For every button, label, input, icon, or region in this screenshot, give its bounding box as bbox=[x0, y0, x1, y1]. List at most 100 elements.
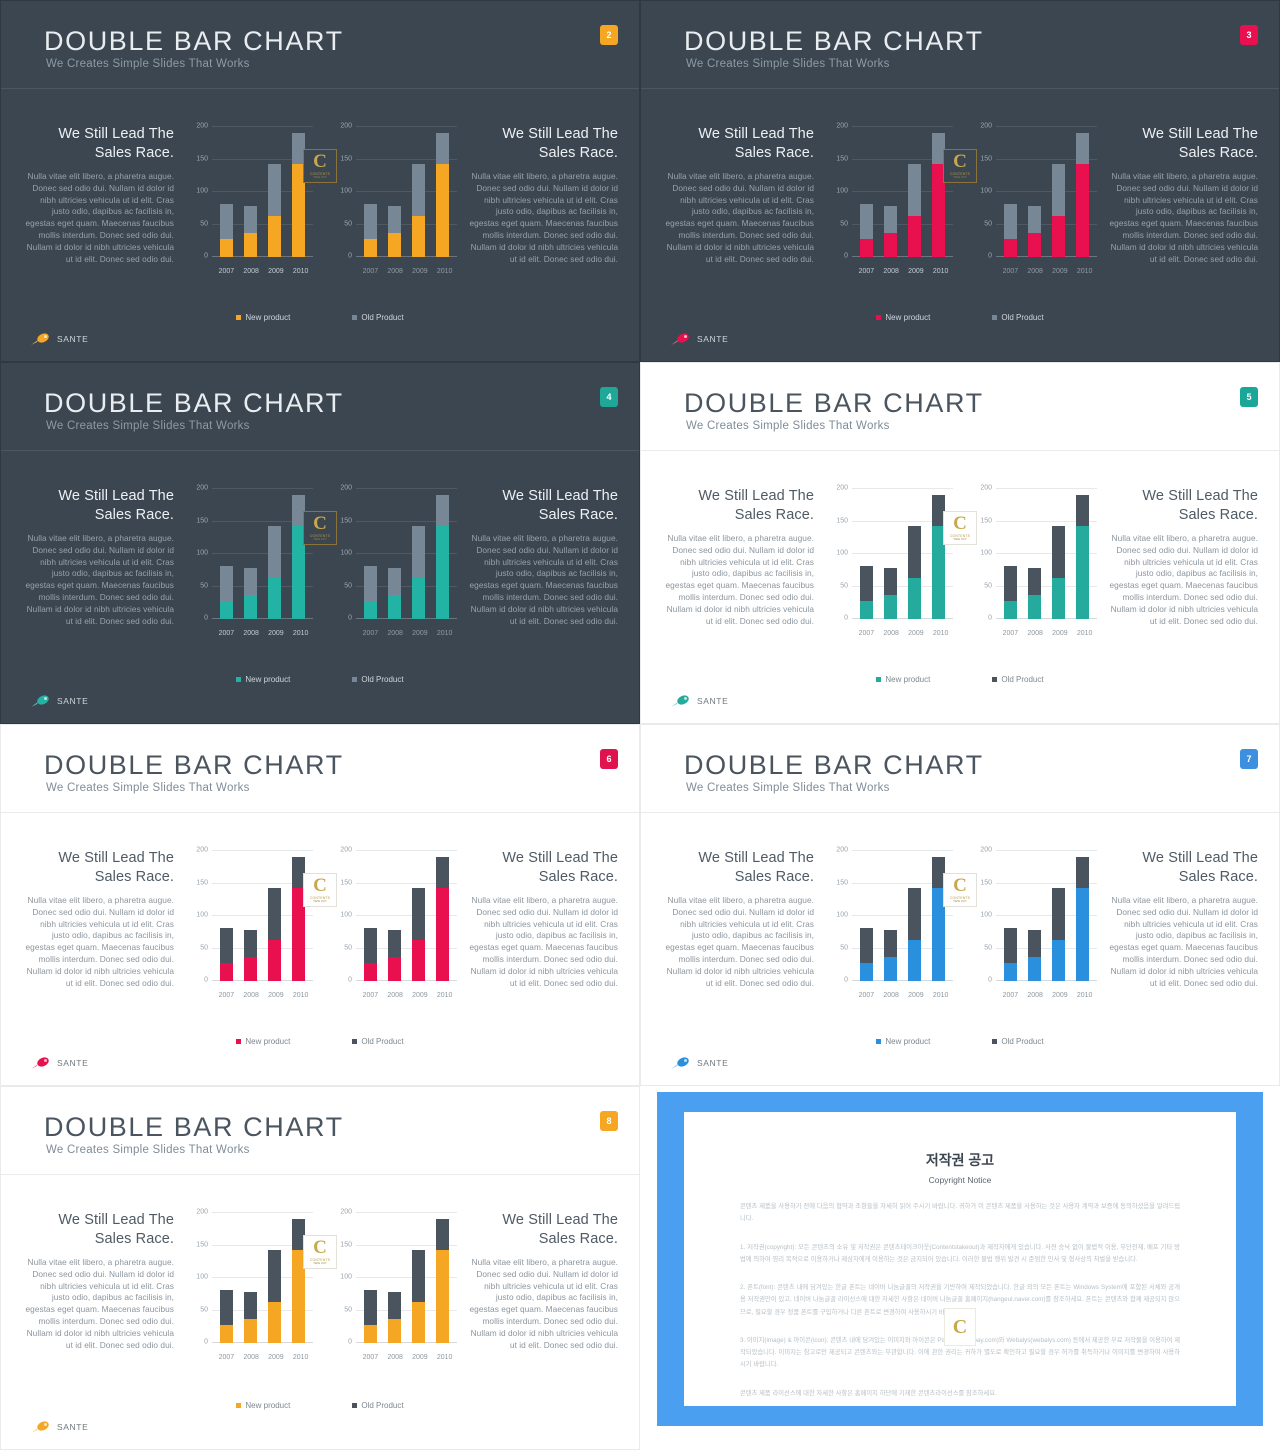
stacked-bar[interactable] bbox=[1027, 489, 1041, 619]
stacked-bar[interactable] bbox=[412, 489, 426, 619]
slide-5[interactable]: DOUBLE BAR CHART We Creates Simple Slide… bbox=[640, 362, 1280, 724]
stacked-bar[interactable] bbox=[363, 851, 377, 981]
x-axis-labels: 2007 2008 2009 2010 bbox=[358, 1354, 457, 1361]
stacked-bar[interactable] bbox=[1027, 127, 1041, 257]
stacked-bar[interactable] bbox=[412, 1213, 426, 1343]
stacked-bar[interactable] bbox=[932, 489, 946, 619]
slide-body: We Still Lead The Sales Race. Nulla vita… bbox=[640, 89, 1280, 362]
stacked-bar[interactable] bbox=[436, 851, 450, 981]
stacked-bar[interactable] bbox=[412, 127, 426, 257]
y-axis-tick-label: 50 bbox=[200, 1306, 208, 1313]
stacked-bar[interactable] bbox=[387, 1213, 401, 1343]
stacked-bar[interactable] bbox=[268, 127, 282, 257]
chart-area: 0 50 100 150 200 2007 2008 2009 2010 0 50 100 150 200… bbox=[820, 843, 1100, 1013]
slide-2[interactable]: DOUBLE BAR CHART We Creates Simple Slide… bbox=[0, 0, 640, 362]
stacked-bar[interactable] bbox=[292, 489, 306, 619]
stacked-bar[interactable] bbox=[859, 127, 873, 257]
watermark-letter: C bbox=[313, 874, 327, 896]
slide-6[interactable]: DOUBLE BAR CHART We Creates Simple Slide… bbox=[0, 724, 640, 1086]
stacked-bar[interactable] bbox=[1003, 851, 1017, 981]
stacked-bar[interactable] bbox=[292, 127, 306, 257]
stacked-bar[interactable] bbox=[219, 489, 233, 619]
slide-8[interactable]: DOUBLE BAR CHART We Creates Simple Slide… bbox=[0, 1086, 640, 1450]
stacked-bar[interactable] bbox=[363, 1213, 377, 1343]
chart-area: 0 50 100 150 200 2007 2008 2009 2010 0 50 100 150 200… bbox=[180, 1205, 460, 1375]
stacked-bar[interactable] bbox=[932, 851, 946, 981]
bar-segment-new-product bbox=[859, 962, 873, 981]
stacked-bar[interactable] bbox=[1003, 489, 1017, 619]
stacked-bar[interactable] bbox=[1052, 851, 1066, 981]
stacked-bar[interactable] bbox=[908, 851, 922, 981]
stacked-bar[interactable] bbox=[387, 851, 401, 981]
stacked-bar[interactable] bbox=[387, 489, 401, 619]
stacked-bar[interactable] bbox=[859, 489, 873, 619]
stacked-bar[interactable] bbox=[883, 851, 897, 981]
watermark-letter: C bbox=[952, 1315, 968, 1338]
stacked-bar[interactable] bbox=[908, 127, 922, 257]
stacked-bar[interactable] bbox=[1027, 851, 1041, 981]
stacked-bar[interactable] bbox=[1052, 127, 1066, 257]
page-subtitle: We Creates Simple Slides That Works bbox=[46, 1144, 250, 1156]
bar-chart-panel: 0 50 100 150 200 2007 2008 2009 2010 bbox=[828, 481, 955, 641]
stacked-bar[interactable] bbox=[1076, 489, 1090, 619]
x-axis-tick-label: 2010 bbox=[1076, 992, 1093, 999]
brand-logo: SANTE bbox=[30, 694, 88, 708]
y-axis-tick-label: 0 bbox=[844, 976, 848, 984]
stacked-bar[interactable] bbox=[387, 127, 401, 257]
slide-number-badge: 4 bbox=[600, 387, 618, 407]
stacked-bar[interactable] bbox=[243, 127, 257, 257]
slide-4[interactable]: DOUBLE BAR CHART We Creates Simple Slide… bbox=[0, 362, 640, 724]
x-axis-tick-label: 2008 bbox=[1027, 630, 1043, 637]
stacked-bar[interactable] bbox=[219, 127, 233, 257]
bar-segment-new-product bbox=[387, 956, 401, 981]
stacked-bar[interactable] bbox=[219, 851, 233, 981]
bar-chart-panel: 0 50 100 150 200 2007 2008 2009 2010 bbox=[188, 843, 315, 1003]
bar-segment-old-product bbox=[363, 203, 377, 239]
stacked-bar[interactable] bbox=[268, 851, 282, 981]
stacked-bar[interactable] bbox=[436, 127, 450, 257]
x-axis-tick-label: 2010 bbox=[292, 1354, 309, 1361]
x-axis-tick-label: 2008 bbox=[387, 1354, 403, 1361]
stacked-bar[interactable] bbox=[908, 489, 922, 619]
slide-3[interactable]: DOUBLE BAR CHART We Creates Simple Slide… bbox=[640, 0, 1280, 362]
stacked-bar[interactable] bbox=[412, 851, 426, 981]
stacked-bar[interactable] bbox=[859, 851, 873, 981]
chart-legend: New product Old Product bbox=[0, 1037, 640, 1046]
text-column-left: We Still Lead The Sales Race. Nulla vita… bbox=[22, 125, 174, 265]
stacked-bar[interactable] bbox=[1003, 127, 1017, 257]
stacked-bar[interactable] bbox=[932, 127, 946, 257]
stacked-bar[interactable] bbox=[883, 489, 897, 619]
stacked-bar[interactable] bbox=[243, 489, 257, 619]
bar-chart-panel: 0 50 100 150 200 2007 2008 2009 2010 bbox=[332, 1205, 459, 1365]
legend-item-new: New product bbox=[876, 313, 930, 322]
column-paragraph: Nulla vitae elit libero, a pharetra augu… bbox=[665, 171, 814, 264]
stacked-bar[interactable] bbox=[219, 1213, 233, 1343]
x-axis-labels: 2007 2008 2009 2010 bbox=[358, 630, 457, 637]
bar-chart-panel: 0 50 100 150 200 2007 2008 2009 2010 bbox=[188, 481, 315, 641]
x-axis-tick-label: 2009 bbox=[908, 992, 924, 999]
stacked-bar[interactable] bbox=[268, 1213, 282, 1343]
stacked-bar[interactable] bbox=[292, 1213, 306, 1343]
stacked-bar[interactable] bbox=[363, 127, 377, 257]
stacked-bar[interactable] bbox=[1052, 489, 1066, 619]
stacked-bar[interactable] bbox=[243, 1213, 257, 1343]
stacked-bar[interactable] bbox=[243, 851, 257, 981]
bar-group bbox=[358, 127, 455, 257]
page-title: DOUBLE BAR CHART bbox=[44, 1112, 344, 1142]
slide-7[interactable]: DOUBLE BAR CHART We Creates Simple Slide… bbox=[640, 724, 1280, 1086]
stacked-bar[interactable] bbox=[1076, 127, 1090, 257]
bar-segment-old-product bbox=[1003, 565, 1017, 601]
bar-chart-panel: 0 50 100 150 200 2007 2008 2009 2010 bbox=[828, 119, 955, 279]
stacked-bar[interactable] bbox=[436, 489, 450, 619]
x-axis-labels: 2007 2008 2009 2010 bbox=[998, 630, 1097, 637]
stacked-bar[interactable] bbox=[268, 489, 282, 619]
bar-chart-panel: 0 50 100 150 200 2007 2008 2009 2010 bbox=[332, 481, 459, 641]
stacked-bar[interactable] bbox=[883, 127, 897, 257]
slide-copyright-notice[interactable]: 저작권 공고 Copyright Notice 콘텐츠 제품을 사용하기 전에 … bbox=[640, 1086, 1280, 1450]
stacked-bar[interactable] bbox=[436, 1213, 450, 1343]
stacked-bar[interactable] bbox=[363, 489, 377, 619]
x-axis-labels: 2007 2008 2009 2010 bbox=[214, 992, 313, 999]
bar-segment-new-product bbox=[243, 232, 257, 257]
stacked-bar[interactable] bbox=[292, 851, 306, 981]
stacked-bar[interactable] bbox=[1076, 851, 1090, 981]
